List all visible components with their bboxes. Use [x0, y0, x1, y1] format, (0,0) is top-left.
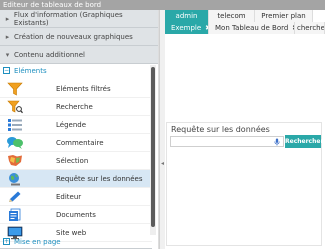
window-title: Editeur de tableaux de bord [0, 0, 325, 10]
tool-item-documents[interactable]: Documents [0, 206, 152, 224]
globe-query-icon [4, 171, 26, 187]
sidebar-scrollbar[interactable] [150, 65, 156, 235]
tab-mon-tableau-label: Mon Tableau de Bord [215, 24, 289, 32]
tool-list: Eléments filtrés Recherche Légende Comme… [0, 80, 152, 242]
expand-icon[interactable]: + [3, 238, 10, 245]
chevron-down-icon: ▾ [5, 50, 10, 59]
query-title: Requête sur les données [171, 125, 270, 134]
tabs-row-2: Exemple✖ Mon Tableau de Bord✖ cherche [165, 22, 325, 34]
tool-item-requete[interactable]: Requête sur les données [0, 170, 152, 188]
accordion-flux-label: Flux d'information (Graphiques Existants… [13, 10, 123, 27]
section-elements[interactable]: − Eléments [0, 64, 158, 77]
chevron-right-icon: ▸ [5, 14, 10, 23]
chevron-right-icon: ▸ [5, 32, 10, 41]
map-selection-icon [4, 153, 26, 169]
microphone-icon[interactable] [273, 138, 280, 146]
section-mise-label: Mise en page [14, 237, 61, 246]
tool-item-editeur[interactable]: Editeur [0, 188, 152, 206]
query-widget: Requête sur les données Rechercher [166, 122, 323, 246]
section-mise-en-page[interactable]: + Mise en page [0, 235, 152, 248]
tabs-row-1: admin telecom Premier plan [165, 10, 325, 22]
funnel-icon [4, 81, 26, 97]
collapse-icon[interactable]: − [3, 67, 10, 74]
documents-icon [4, 207, 26, 223]
tool-item-selection[interactable]: Sélection [0, 152, 152, 170]
tool-item-commentaire[interactable]: Commentaire [0, 134, 152, 152]
tool-item-legende[interactable]: Légende [0, 116, 152, 134]
tool-item-recherche[interactable]: Recherche [0, 98, 152, 116]
collapse-arrow-icon[interactable]: ◂ [161, 160, 164, 167]
sidebar-scrollbar-thumb[interactable] [151, 67, 155, 227]
section-elements-label: Eléments [14, 66, 47, 75]
accordion-creation[interactable]: ▸ Création de nouveaux graphiques [0, 28, 158, 46]
accordion-contenu-label: Contenu additionnel [14, 50, 85, 59]
accordion-contenu[interactable]: ▾ Contenu additionnel [0, 46, 158, 64]
comment-icon [4, 135, 26, 151]
search-button[interactable]: Rechercher [285, 135, 323, 148]
search-funnel-icon [4, 99, 26, 115]
accordion-creation-label: Création de nouveaux graphiques [14, 32, 133, 41]
tab-exemple-label: Exemple [171, 24, 202, 32]
legend-icon [4, 117, 26, 133]
query-input[interactable] [170, 136, 284, 147]
accordion-flux[interactable]: ▸ Flux d'information (Graphiques Existan… [0, 10, 158, 28]
tab-mon-tableau-de-bord[interactable]: Mon Tableau de Bord✖ [209, 22, 295, 34]
tab-cherche[interactable]: cherche [295, 22, 325, 34]
tab-premier-plan[interactable]: Premier plan [255, 10, 313, 22]
tab-admin[interactable]: admin [165, 10, 209, 22]
pencil-icon [4, 189, 26, 205]
tool-item-elements-filtres[interactable]: Eléments filtrés [0, 80, 152, 98]
tab-telecom[interactable]: telecom [209, 10, 255, 22]
tab-exemple[interactable]: Exemple✖ [165, 22, 209, 34]
left-panel: ▸ Flux d'information (Graphiques Existan… [0, 10, 159, 249]
